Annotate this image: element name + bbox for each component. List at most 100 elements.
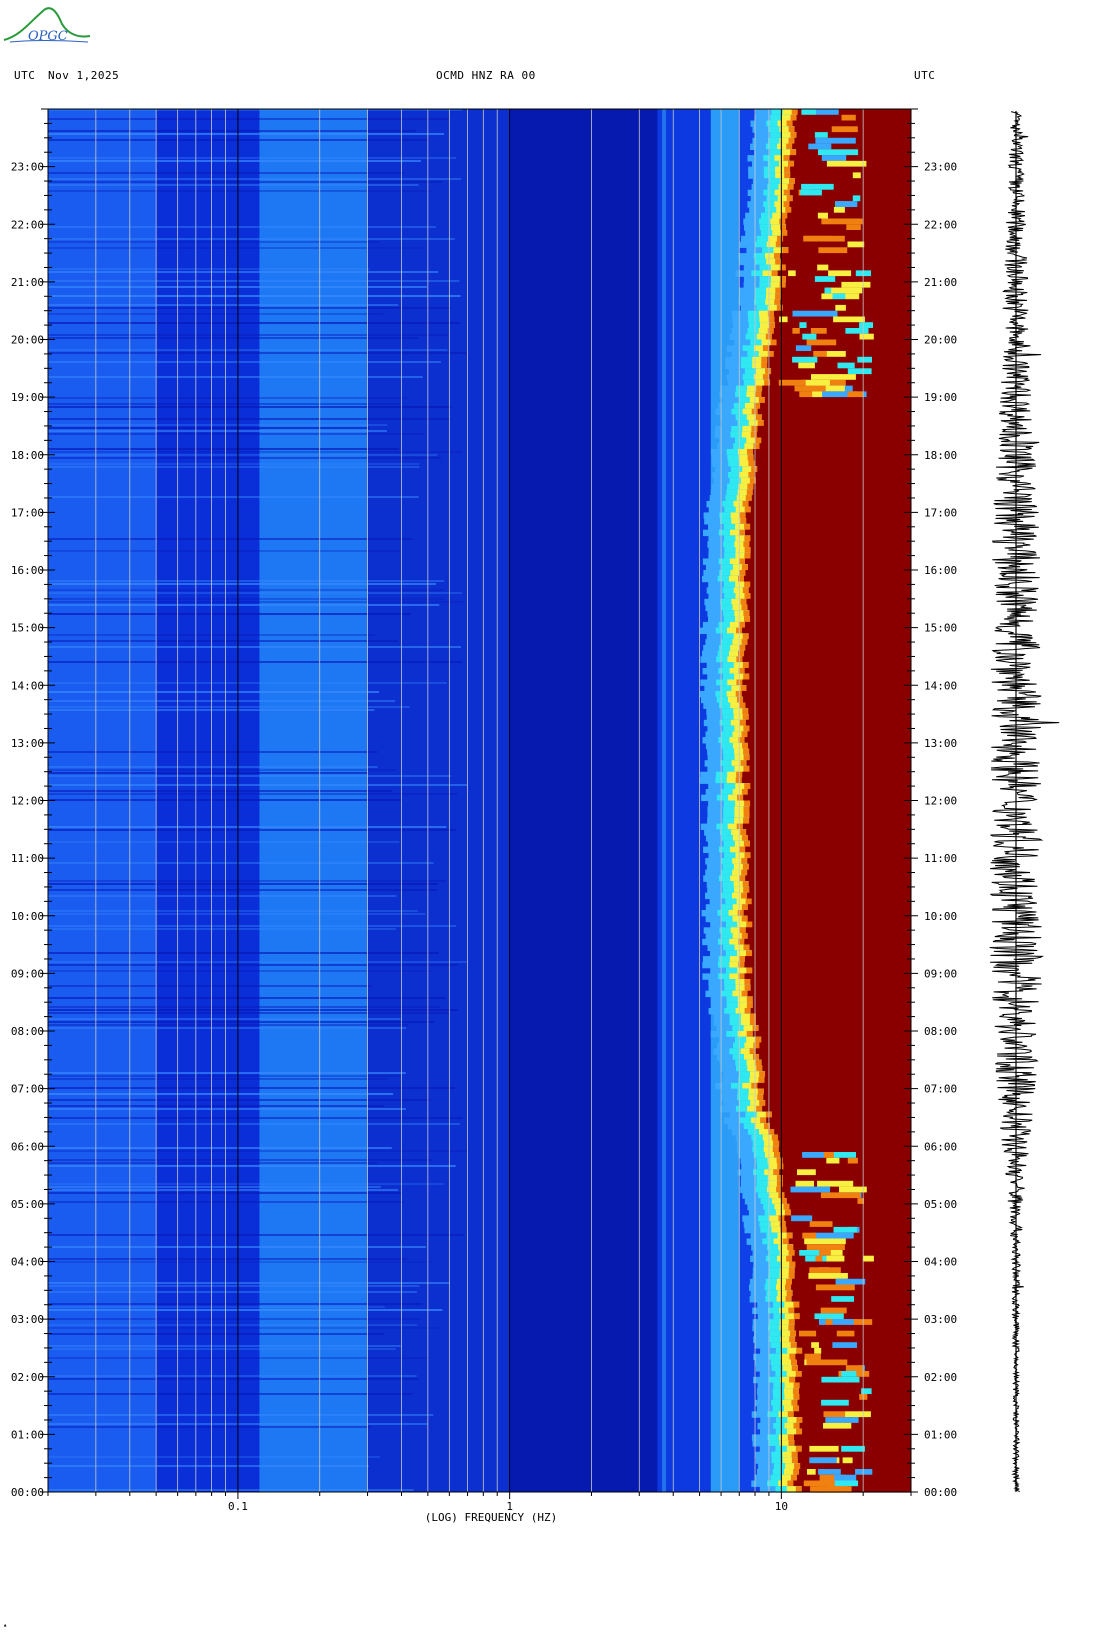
spectrogram-cell — [739, 846, 746, 853]
spectrogram-cell — [742, 771, 911, 779]
spectrogram-cell — [740, 829, 747, 836]
spectrogram-cell — [747, 639, 911, 646]
spectrogram-cell — [765, 1071, 911, 1078]
spectrogram-streak — [48, 1123, 460, 1125]
y-tick-label-right: 09:00 — [924, 967, 957, 980]
spectrogram-cell — [813, 351, 827, 358]
spectrogram-streak — [48, 1258, 407, 1260]
spectrogram-cell — [824, 287, 832, 294]
spectrogram-streak — [48, 238, 455, 240]
spectrogram-cell — [750, 800, 911, 807]
spectrogram-cell — [833, 207, 845, 214]
spectrogram-cell — [775, 293, 782, 300]
spectrogram-cell — [802, 1232, 817, 1240]
spectrogram-cell — [799, 1250, 820, 1257]
spectrogram-cell — [755, 1019, 911, 1026]
y-tick-label-left: 07:00 — [11, 1083, 44, 1096]
spectrogram-cell — [815, 1284, 855, 1291]
spectrogram-cell — [787, 1480, 794, 1487]
spectrogram-streak — [48, 583, 436, 585]
spectrogram-streak — [48, 226, 436, 228]
spectrogram-streak — [48, 352, 467, 354]
spectrogram-cell — [806, 339, 837, 346]
spectrogram-cell — [790, 114, 797, 122]
spectrogram-cell — [826, 1255, 845, 1263]
y-tick-label-right: 20:00 — [924, 334, 957, 347]
spectrogram-cell — [825, 1417, 859, 1424]
spectrogram-cell — [835, 304, 846, 312]
spectrogram-streak — [48, 1333, 384, 1335]
spectrogram-streak — [48, 241, 380, 243]
y-tick-label-right: 18:00 — [924, 449, 957, 462]
spectrogram-cell — [774, 253, 781, 260]
spectrogram-cell — [809, 1445, 839, 1453]
spectrogram-cell — [795, 1336, 911, 1343]
spectrogram-cell — [799, 1382, 911, 1389]
corner-mark: ▴ — [3, 1621, 8, 1629]
spectrogram-cell — [739, 719, 746, 727]
spectrogram-cell — [770, 339, 777, 346]
spectrogram-streak — [48, 985, 372, 987]
spectrogram-cell — [832, 293, 846, 300]
spectrogram-cell — [782, 1157, 911, 1165]
spectrogram-cell — [752, 1002, 911, 1009]
spectrogram-cell — [846, 224, 861, 231]
spectrogram-cell — [763, 1088, 911, 1095]
y-tick-label-left: 13:00 — [11, 737, 44, 750]
y-tick-label-right: 17:00 — [924, 506, 957, 519]
spectrogram-streak — [48, 361, 441, 363]
spectrogram-cell — [735, 691, 742, 698]
spectrogram-cell — [790, 132, 797, 139]
y-tick-label-right: 23:00 — [924, 161, 957, 174]
spectrogram-cell — [796, 1417, 803, 1424]
spectrogram-cell — [761, 356, 768, 364]
spectrogram-cell — [745, 719, 911, 727]
spectrogram-cell — [841, 114, 856, 122]
spectrogram-streak — [48, 862, 434, 864]
spectrogram-cell — [762, 374, 769, 381]
spectrogram-cell — [762, 1105, 911, 1113]
spectrogram-streak — [48, 1261, 433, 1263]
spectrogram-cell — [770, 1123, 911, 1130]
spectrogram-cell — [789, 1353, 796, 1361]
y-tick-label-right: 14:00 — [924, 679, 957, 692]
spectrogram-streak — [48, 613, 411, 615]
spectrogram-streak — [48, 784, 468, 786]
spectrogram-streak — [48, 1093, 394, 1095]
spectrogram-cell — [814, 1347, 822, 1355]
spectrogram-streak — [48, 466, 420, 468]
spectrogram-cell — [793, 1394, 800, 1401]
spectrogram-cell — [745, 927, 911, 934]
spectrogram-cell — [786, 1232, 793, 1240]
spectrogram-cell — [861, 1388, 872, 1395]
spectrogram-cell — [744, 800, 751, 807]
spectrogram-cell — [790, 1342, 797, 1349]
spectrogram-cell — [741, 639, 748, 646]
y-tick-label-right: 08:00 — [924, 1025, 957, 1038]
spectrogram-cell — [777, 235, 784, 243]
spectrogram-cell — [749, 754, 911, 761]
spectrogram-cell — [833, 1226, 857, 1234]
spectrogram-cell — [745, 558, 911, 565]
spectrogram-cell — [854, 281, 871, 289]
spectrogram-cell — [745, 529, 911, 537]
spectrogram-cell — [747, 731, 911, 738]
spectrogram-cell — [841, 1371, 857, 1378]
spectrogram-streak — [48, 790, 393, 792]
spectrogram-cell — [799, 1388, 911, 1395]
spectrogram-streak — [48, 1105, 385, 1107]
spectrogram-cell — [757, 1082, 911, 1090]
spectrogram-cell — [791, 1215, 813, 1222]
spectrogram-streak — [48, 160, 421, 162]
spectrogram-cell — [768, 345, 911, 352]
spectrogram-streak — [48, 1021, 435, 1023]
spectrogram-cell — [791, 1399, 798, 1407]
spectrogram-cell — [793, 1382, 800, 1389]
spectrogram-cell — [785, 1284, 792, 1291]
spectrogram-cell — [750, 523, 911, 531]
spectrogram-cell — [779, 276, 786, 283]
spectrogram-cell — [739, 702, 746, 709]
spectrogram-cell — [790, 149, 797, 156]
spectrogram-cell — [823, 1411, 846, 1418]
spectrogram-cell — [750, 783, 911, 790]
